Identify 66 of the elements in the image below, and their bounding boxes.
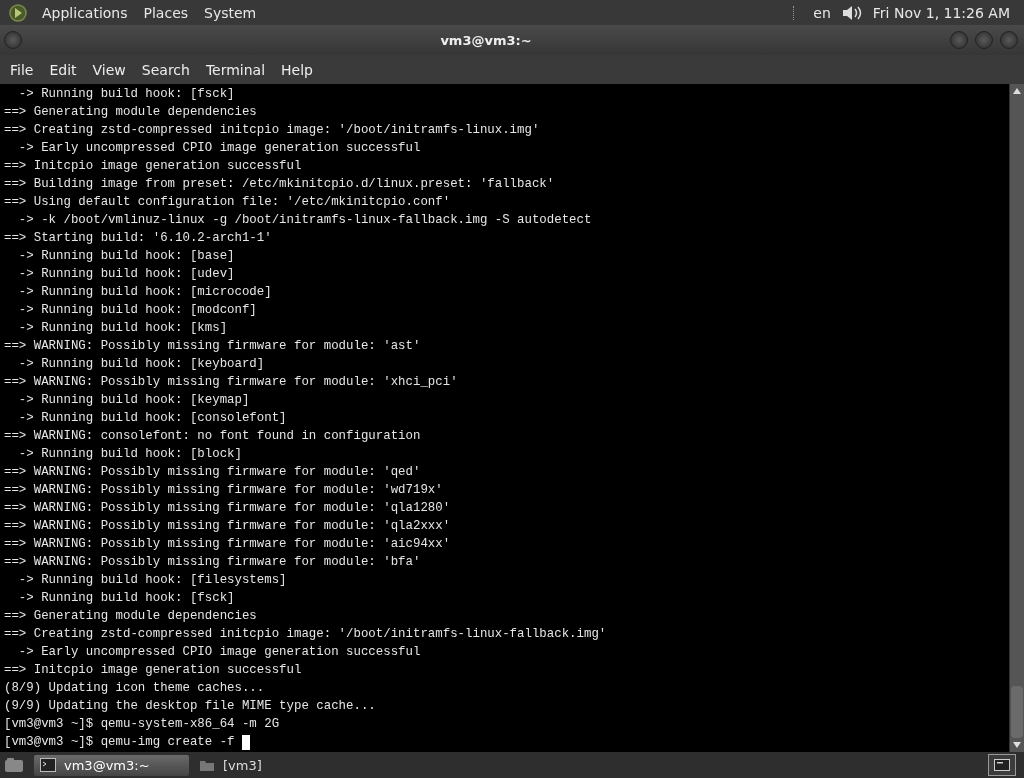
scrollbar[interactable] [1009, 84, 1024, 752]
terminal-line: ==> Creating zstd-compressed initcpio image: '/boot/initramfs-linux-fallback.img' [4, 626, 608, 643]
menu-item[interactable]: Search [133, 61, 198, 78]
terminal-line: ==> Generating module dependencies [4, 104, 258, 121]
terminal-line: -> Running build hook: [fsck] [17, 86, 236, 103]
terminal-icon [994, 759, 1010, 771]
terminal-line: ==> WARNING: Possibly missing firmware for module: 'xhci_pci' [4, 374, 459, 391]
terminal-line: ==> Using default configuration file: '/etc/mkinitcpio.conf' [4, 194, 452, 211]
terminal-line: -> Running build hook: [microcode] [17, 284, 273, 301]
menu-item[interactable]: View [84, 61, 134, 78]
scroll-thumb[interactable] [1011, 686, 1023, 738]
terminal-line: -> Running build hook: [kms] [17, 320, 229, 337]
minimize-button[interactable] [950, 31, 968, 49]
scroll-down-icon[interactable] [1013, 742, 1021, 748]
terminal-line: ==> WARNING: Possibly missing firmware for module: 'bfa' [4, 554, 422, 571]
workspace-switcher[interactable] [988, 754, 1016, 776]
terminal-line: ==> WARNING: Possibly missing firmware for module: 'ast' [4, 338, 422, 355]
terminal-line: ==> WARNING: Possibly missing firmware for module: 'qla2xxx' [4, 518, 452, 535]
terminal-line: ==> Initcpio image generation successful [4, 158, 303, 175]
terminal-line: -> Running build hook: [modconf] [17, 302, 258, 319]
keyboard-layout-indicator[interactable]: en [807, 4, 837, 21]
terminal-line: -> Running build hook: [block] [17, 446, 243, 463]
terminal-line: ==> WARNING: consolefont: no font found in configuration [4, 428, 422, 445]
terminal-line: [vm3@vm3 ~]$ qemu-system-x86_64 -m 2G [4, 716, 281, 733]
text-cursor [241, 734, 250, 750]
terminal-line: -> Running build hook: [fsck] [17, 590, 236, 607]
panel-menu[interactable]: System [196, 4, 265, 21]
terminal-line: -> Running build hook: [keyboard] [17, 356, 266, 373]
close-button[interactable] [1000, 31, 1018, 49]
terminal-line: -> Running build hook: [filesystems] [17, 572, 288, 589]
menu-item[interactable]: Help [273, 61, 321, 78]
terminal-line: -> Early uncompressed CPIO image generation successful [17, 140, 422, 157]
terminal-line: ==> WARNING: Possibly missing firmware for module: 'wd719x' [4, 482, 444, 499]
terminal-line: ==> WARNING: Possibly missing firmware for module: 'qla1280' [4, 500, 452, 517]
terminal-line: (9/9) Updating the desktop file MIME type cache... [4, 698, 377, 715]
taskbar-button[interactable]: [vm3] [193, 754, 348, 776]
taskbar-button[interactable]: vm3@vm3:~ [34, 754, 189, 776]
terminal-line: ==> WARNING: Possibly missing firmware for module: 'qed' [4, 464, 422, 481]
terminal-line: ==> Initcpio image generation successful [4, 662, 303, 679]
terminal-line: ==> WARNING: Possibly missing firmware for module: 'aic94xx' [4, 536, 452, 553]
distro-logo-icon[interactable] [8, 2, 28, 23]
terminal-line: ==> Generating module dependencies [4, 608, 258, 625]
terminal-line: ==> Creating zstd-compressed initcpio image: '/boot/initramfs-linux.img' [4, 122, 541, 139]
clock[interactable]: Fri Nov 1, 11:26 AM [866, 4, 1016, 21]
scroll-up-icon[interactable] [1013, 88, 1021, 94]
menu-item[interactable]: Edit [41, 61, 85, 78]
terminal-line: ==> Starting build: '6.10.2-arch1-1' [4, 230, 273, 247]
terminal-line: -> -k /boot/vmlinuz-linux -g /boot/initramfs-linux-fallback.img -S autodetect [17, 212, 593, 229]
terminal-line: -> Running build hook: [udev] [17, 266, 236, 283]
menu-item[interactable]: Terminal [197, 61, 274, 78]
command-line: [vm3@vm3 ~]$ qemu-img create -f [4, 734, 236, 751]
folder-icon [199, 758, 215, 772]
menu-item[interactable]: File [2, 61, 42, 78]
terminal-line: (8/9) Updating icon theme caches... [4, 680, 266, 697]
panel-menu[interactable]: Applications [34, 4, 136, 21]
terminal-line: -> Running build hook: [keymap] [17, 392, 251, 409]
terminal-line: ==> Building image from preset: /etc/mkinitcpio.d/linux.preset: 'fallback' [4, 176, 556, 193]
panel-menu[interactable]: Places [135, 4, 197, 21]
terminal-icon [40, 758, 56, 772]
window-menu-button[interactable] [4, 31, 22, 49]
maximize-button[interactable] [975, 31, 993, 49]
show-desktop-icon[interactable] [4, 757, 24, 773]
window-title: vm3@vm3:~ [439, 32, 533, 48]
terminal-line: -> Early uncompressed CPIO image generation successful [17, 644, 422, 661]
terminal-line: -> Running build hook: [base] [17, 248, 236, 265]
terminal-line: -> Running build hook: [consolefont] [17, 410, 288, 427]
